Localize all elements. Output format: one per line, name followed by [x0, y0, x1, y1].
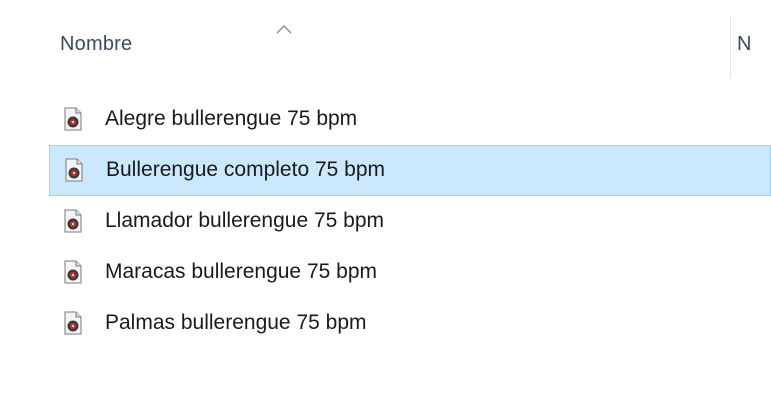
audio-file-icon [65, 158, 83, 182]
list-item[interactable]: Palmas bullerengue 75 bpm [0, 298, 771, 349]
list-item[interactable]: Llamador bullerengue 75 bpm [0, 196, 771, 247]
file-name: Palmas bullerengue 75 bpm [105, 311, 367, 334]
list-item[interactable]: Maracas bullerengue 75 bpm [0, 247, 771, 298]
audio-file-icon [64, 209, 82, 233]
audio-file-icon [64, 107, 82, 131]
audio-file-icon [64, 260, 82, 284]
column-header-name[interactable]: Nombre [60, 33, 132, 56]
file-name: Maracas bullerengue 75 bpm [105, 260, 377, 283]
list-item[interactable]: Alegre bullerengue 75 bpm [0, 94, 771, 145]
column-header-row: Nombre N [0, 0, 771, 84]
file-list: Alegre bullerengue 75 bpm Bullerengue co… [0, 94, 771, 349]
chevron-up-icon[interactable] [276, 24, 292, 34]
list-item-selected[interactable]: Bullerengue completo 75 bpm [49, 145, 771, 196]
column-divider[interactable] [730, 16, 731, 78]
column-header-next[interactable]: N [737, 33, 751, 56]
file-name: Llamador bullerengue 75 bpm [105, 209, 385, 232]
file-name: Alegre bullerengue 75 bpm [105, 107, 358, 130]
file-explorer-pane: Nombre N Alegre bullerengue 75 bpm Bulle… [0, 0, 771, 398]
file-name: Bullerengue completo 75 bpm [106, 158, 386, 181]
audio-file-icon [64, 311, 82, 335]
